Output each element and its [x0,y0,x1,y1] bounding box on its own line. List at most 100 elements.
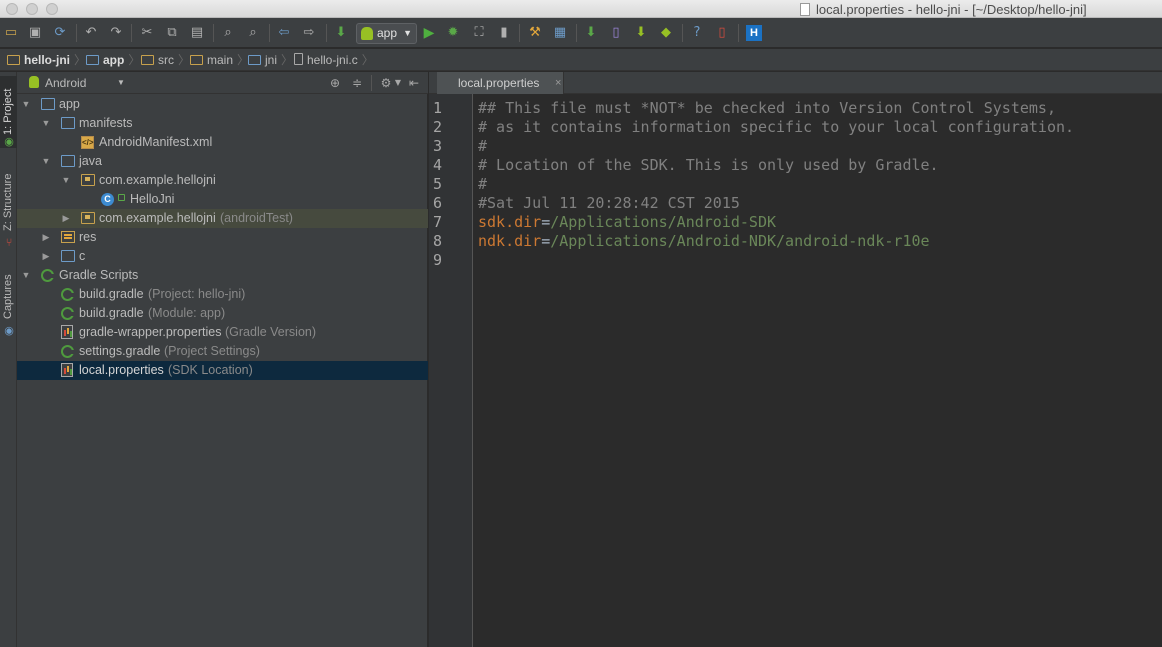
gradle-sync-icon[interactable]: ⬇ [583,25,599,41]
sdk-manager-icon[interactable]: ⬇ [633,25,649,41]
tree-item[interactable]: ▼ com.example.hellojni [17,171,428,190]
android-icon [29,76,39,88]
gradle-icon [61,307,74,320]
coverage-icon[interactable]: ⛶ [471,25,487,41]
tree-item-label: java [79,154,102,168]
code-line: ndk.dir=/Applications/Android-NDK/androi… [478,232,930,251]
breadcrumb-hello-jni-c[interactable]: hello-jni.c 〉 [294,52,374,68]
tree-item[interactable]: ▶ c [17,247,428,266]
tree-item-label: c [79,249,86,263]
back-icon[interactable]: ⇦ [276,25,292,41]
tab-local-properties[interactable]: local.properties × [437,72,564,94]
attach-debugger-icon[interactable]: ▮ [496,25,512,41]
avd-manager-icon[interactable]: ▯ [608,25,624,41]
expand-arrow-icon[interactable]: ▼ [21,266,31,285]
tree-item[interactable]: C HelloJni [17,190,428,209]
tree-item-label: manifests [79,116,133,130]
comment-text: #Sat Jul 11 20:28:42 CST 2015 [478,194,740,212]
hide-panel-icon[interactable]: ⇤ [407,76,421,90]
comment-text: # Location of the SDK. This is only used… [478,156,939,174]
tree-item-label: gradle-wrapper.properties [79,325,222,339]
tree-item-label: build.gradle [79,306,144,320]
sync-icon[interactable]: ⟳ [52,25,68,41]
minimize-window-button[interactable] [26,3,38,15]
package-icon [81,174,95,186]
tree-item-label: local.properties [79,363,164,377]
expand-arrow-icon[interactable]: ▼ [61,171,71,190]
tree-item[interactable]: settings.gradle (Project Settings) [17,342,428,361]
android-device-monitor-icon[interactable]: ◆ [658,25,674,41]
collapse-arrow-icon[interactable]: ▶ [61,209,71,228]
zoom-window-button[interactable] [46,3,58,15]
hierarchy-button[interactable]: H [746,25,762,41]
source-folder-icon [248,55,261,65]
collapse-all-icon[interactable]: ≑ [350,76,364,90]
tree-item[interactable]: ▼ app [17,95,428,114]
debug-icon[interactable]: ✹ [445,25,461,41]
line-number: 4 [433,156,443,174]
paste-icon[interactable]: ▤ [189,25,205,41]
tree-item[interactable]: ▶ com.example.hellojni (androidTest) [17,209,428,228]
device-icon[interactable]: ▯ [714,25,730,41]
property-value: /Applications/Android-SDK [550,213,777,231]
captures-icon: ◉ [4,324,14,337]
breadcrumb-main[interactable]: main 〉 [190,52,249,68]
chevron-down-icon[interactable]: ▼ [391,76,405,90]
tree-item[interactable]: gradle-wrapper.properties (Gradle Version… [17,323,428,342]
run-configuration-selector[interactable]: app ▼ [356,23,417,44]
comment-text: # [478,175,488,193]
tree-item[interactable]: local.properties (SDK Location) [17,361,428,380]
tab-captures[interactable]: Captures [0,267,17,327]
comment-text: ## This file must *NOT* be checked into … [478,99,1056,117]
property-value: /Applications/Android-NDK/android-ndk-r1… [550,232,930,250]
settings-icon[interactable]: ⚒ [527,25,543,41]
make-project-icon[interactable]: ⬇ [333,25,349,41]
close-icon[interactable]: × [555,72,561,94]
folder-icon [61,117,75,129]
run-icon[interactable]: ▶ [421,25,437,41]
breadcrumb-app[interactable]: app 〉 [86,52,140,68]
tree-item[interactable]: </> AndroidManifest.xml [17,133,428,152]
save-all-icon[interactable]: ▣ [27,25,43,41]
copy-icon[interactable]: ⧉ [164,25,180,41]
android-tool-icon: ◉ [4,135,14,148]
breadcrumb-project[interactable]: hello-jni 〉 [7,52,86,68]
project-view-label: Android [45,76,87,90]
expand-arrow-icon[interactable]: ▼ [21,95,31,114]
android-icon [361,27,373,40]
expand-arrow-icon[interactable]: ▼ [41,114,51,133]
expand-arrow-icon[interactable]: ▼ [41,152,51,171]
folder-icon [190,55,203,65]
tree-item[interactable]: build.gradle (Project: hello-jni) [17,285,428,304]
property-key: ndk.dir [478,232,542,250]
breadcrumb-src[interactable]: src 〉 [141,52,190,68]
help-icon[interactable]: ? [689,25,705,41]
project-panel: Android ▼ ⊕ ≑ ⚙ ▼ ⇤ ▼ app ▼ manifests </> And… [17,72,428,647]
project-structure-icon[interactable]: ▦ [552,25,568,41]
cut-icon[interactable]: ✂ [139,25,155,41]
tree-item[interactable]: build.gradle (Module: app) [17,304,428,323]
undo-icon[interactable]: ↶ [83,25,99,41]
tree-item[interactable]: ▼ java [17,152,428,171]
tab-structure[interactable]: Z: Structure [0,167,17,237]
gradle-icon [61,288,74,301]
tree-item-label: AndroidManifest.xml [99,135,213,149]
forward-icon[interactable]: ⇨ [301,25,317,41]
tree-item-label: Gradle Scripts [59,268,139,282]
find-icon[interactable]: ⌕ [220,25,236,41]
collapse-arrow-icon[interactable]: ▶ [41,247,51,266]
open-folder-icon[interactable]: ▭ [3,25,19,41]
tree-item-hint: (Module: app) [148,306,226,320]
scroll-from-source-icon[interactable]: ⊕ [328,76,342,90]
tree-item[interactable]: ▶ res [17,228,428,247]
close-window-button[interactable] [6,3,18,15]
redo-icon[interactable]: ↷ [108,25,124,41]
line-number: 7 [433,213,443,231]
tree-item[interactable]: ▼ Gradle Scripts [17,266,428,285]
breadcrumb-jni[interactable]: jni 〉 [248,52,293,68]
tree-item[interactable]: ▼ manifests [17,114,428,133]
replace-icon[interactable]: ⌕ [245,25,261,41]
collapse-arrow-icon[interactable]: ▶ [41,228,51,247]
package-icon [81,212,95,224]
project-view-selector[interactable]: Android ▼ [29,75,125,91]
